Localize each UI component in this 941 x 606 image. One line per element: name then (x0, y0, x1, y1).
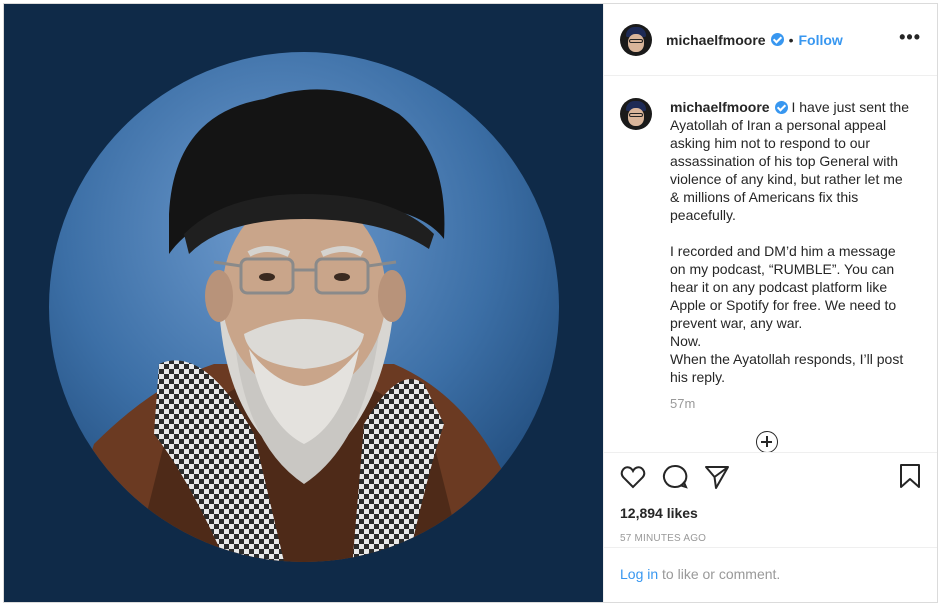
instagram-post: michaelfmoore • Follow ••• michaelfmoore… (3, 3, 938, 603)
login-prompt-text: to like or comment. (658, 566, 781, 582)
comment-icon[interactable] (662, 464, 688, 490)
avatar-face (628, 33, 644, 52)
avatar[interactable] (620, 23, 652, 56)
bookmark-icon[interactable] (899, 463, 921, 489)
separator-dot: • (788, 31, 794, 48)
caption-text: I have just sent the Ayatollah of Iran a… (670, 99, 910, 385)
verified-icon (774, 101, 788, 114)
verified-icon (770, 33, 784, 46)
avatar-glasses (629, 38, 643, 43)
portrait-illustration (49, 52, 559, 562)
share-icon[interactable] (704, 464, 730, 490)
caption-row: michaelfmoore I have just sent the Ayato… (620, 98, 921, 386)
post-image[interactable] (4, 4, 603, 602)
caption-time[interactable]: 57m (670, 396, 921, 411)
avatar-glasses (629, 113, 643, 117)
heart-icon[interactable] (620, 465, 646, 489)
login-link[interactable]: Log in (620, 566, 658, 582)
caption-text-block: michaelfmoore I have just sent the Ayato… (670, 98, 914, 386)
plus-circle-icon[interactable] (756, 431, 778, 452)
posted-time[interactable]: 57 MINUTES AGO (620, 533, 921, 544)
login-prompt: Log in to like or comment. (604, 547, 937, 602)
likes-count[interactable]: 12,894 likes (620, 505, 921, 521)
post-sidebar: michaelfmoore • Follow ••• michaelfmoore… (603, 4, 937, 602)
more-icon[interactable]: ••• (899, 28, 921, 46)
comments-section[interactable]: michaelfmoore I have just sent the Ayato… (604, 76, 937, 452)
avatar-face (628, 108, 644, 126)
actions-section: 12,894 likes 57 MINUTES AGO (604, 452, 937, 544)
action-icons (620, 463, 921, 491)
caption-username[interactable]: michaelfmoore (670, 99, 770, 115)
header-username[interactable]: michaelfmoore (666, 32, 766, 48)
post-header: michaelfmoore • Follow ••• (604, 4, 937, 76)
caption-avatar[interactable] (620, 98, 652, 130)
follow-button[interactable]: Follow (799, 32, 843, 48)
